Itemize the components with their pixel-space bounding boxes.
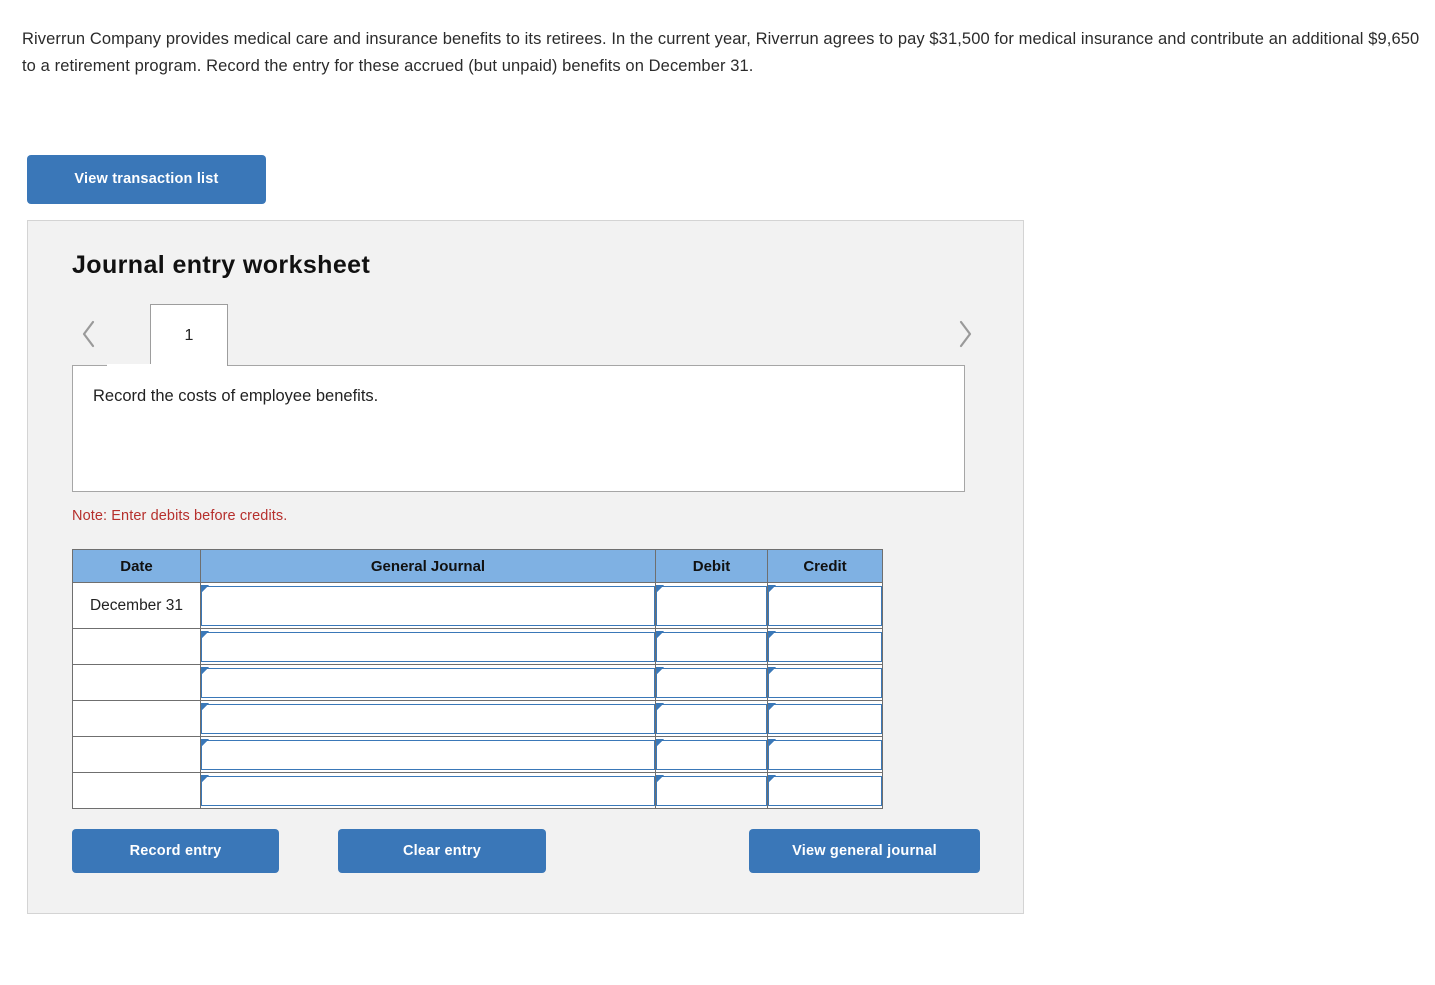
journal-entry-worksheet-panel: Journal entry worksheet 1 Record the cos… bbox=[27, 220, 1024, 914]
cell-general-journal[interactable] bbox=[200, 736, 656, 773]
debit-input[interactable] bbox=[655, 631, 767, 662]
cell-date bbox=[72, 628, 201, 665]
view-transaction-list-button[interactable]: View transaction list bbox=[27, 155, 266, 204]
cell-date bbox=[72, 700, 201, 737]
transaction-description-text: Record the costs of employee benefits. bbox=[93, 387, 379, 405]
cell-general-journal[interactable] bbox=[200, 582, 656, 629]
credit-input[interactable] bbox=[767, 775, 882, 806]
table-header-row: Date General Journal Debit Credit bbox=[72, 549, 883, 583]
cell-credit[interactable] bbox=[767, 582, 883, 629]
debit-input[interactable] bbox=[655, 703, 767, 734]
credit-input[interactable] bbox=[767, 703, 882, 734]
cell-general-journal[interactable] bbox=[200, 628, 656, 665]
cell-credit[interactable] bbox=[767, 772, 883, 809]
cell-credit[interactable] bbox=[767, 664, 883, 701]
credit-input[interactable] bbox=[767, 585, 882, 626]
chevron-right-icon bbox=[955, 318, 975, 350]
worksheet-tabstrip: 1 bbox=[72, 304, 982, 366]
cell-debit[interactable] bbox=[655, 664, 768, 701]
cell-date bbox=[72, 664, 201, 701]
general-journal-input[interactable] bbox=[200, 585, 655, 626]
table-row bbox=[72, 664, 883, 701]
debit-input[interactable] bbox=[655, 667, 767, 698]
clear-entry-button[interactable]: Clear entry bbox=[338, 829, 546, 873]
cell-credit[interactable] bbox=[767, 700, 883, 737]
cell-debit[interactable] bbox=[655, 700, 768, 737]
active-tab-mask bbox=[107, 364, 183, 367]
previous-entry-button[interactable] bbox=[72, 312, 106, 356]
cell-general-journal[interactable] bbox=[200, 700, 656, 737]
cell-debit[interactable] bbox=[655, 628, 768, 665]
debit-input[interactable] bbox=[655, 775, 767, 806]
record-entry-button[interactable]: Record entry bbox=[72, 829, 279, 873]
worksheet-tab-1[interactable]: 1 bbox=[150, 304, 228, 366]
table-row bbox=[72, 700, 883, 737]
cell-date bbox=[72, 736, 201, 773]
debit-input[interactable] bbox=[655, 739, 767, 770]
credit-input[interactable] bbox=[767, 667, 882, 698]
column-header-date: Date bbox=[72, 549, 201, 583]
cell-date: December 31 bbox=[72, 582, 201, 629]
view-general-journal-button[interactable]: View general journal bbox=[749, 829, 980, 873]
problem-statement: Riverrun Company provides medical care a… bbox=[22, 30, 1420, 75]
page-title: Journal entry worksheet bbox=[72, 251, 371, 279]
table-row bbox=[72, 772, 883, 809]
cell-general-journal[interactable] bbox=[200, 664, 656, 701]
cell-credit[interactable] bbox=[767, 736, 883, 773]
cell-date bbox=[72, 772, 201, 809]
column-header-general-journal: General Journal bbox=[200, 549, 656, 583]
table-row: December 31 bbox=[72, 582, 883, 629]
chevron-left-icon bbox=[79, 318, 99, 350]
column-header-credit: Credit bbox=[767, 549, 883, 583]
transaction-description-box: Record the costs of employee benefits. bbox=[72, 365, 965, 492]
journal-entry-table: Date General Journal Debit Credit Decemb… bbox=[72, 549, 883, 809]
column-header-debit: Debit bbox=[655, 549, 768, 583]
debits-before-credits-note: Note: Enter debits before credits. bbox=[72, 508, 288, 524]
cell-debit[interactable] bbox=[655, 582, 768, 629]
cell-credit[interactable] bbox=[767, 628, 883, 665]
cell-debit[interactable] bbox=[655, 772, 768, 809]
credit-input[interactable] bbox=[767, 631, 882, 662]
cell-debit[interactable] bbox=[655, 736, 768, 773]
credit-input[interactable] bbox=[767, 739, 882, 770]
general-journal-input[interactable] bbox=[200, 739, 655, 770]
general-journal-input[interactable] bbox=[200, 667, 655, 698]
table-row bbox=[72, 628, 883, 665]
worksheet-tab-label: 1 bbox=[184, 326, 194, 344]
next-entry-button[interactable] bbox=[948, 312, 982, 356]
general-journal-input[interactable] bbox=[200, 775, 655, 806]
table-row bbox=[72, 736, 883, 773]
general-journal-input[interactable] bbox=[200, 703, 655, 734]
general-journal-input[interactable] bbox=[200, 631, 655, 662]
cell-general-journal[interactable] bbox=[200, 772, 656, 809]
debit-input[interactable] bbox=[655, 585, 767, 626]
